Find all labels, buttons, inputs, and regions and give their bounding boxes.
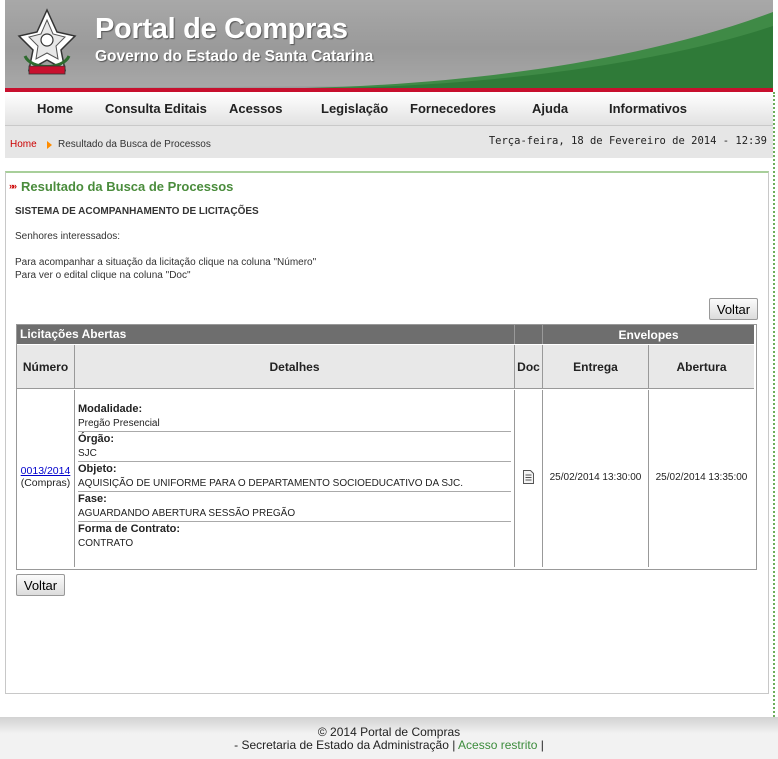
detail-label-modalidade: Modalidade: (78, 403, 143, 415)
nav-ajuda[interactable]: Ajuda (532, 101, 568, 116)
site-footer: © 2014 Portal de Compras - Secretaria de… (0, 717, 778, 759)
nav-informativos[interactable]: Informativos (609, 101, 687, 116)
instruction-doc: Para ver o edital clique na coluna "Doc" (15, 270, 191, 281)
table-row: 0013/2014 (Compras) Modalidade: Pregão P… (17, 390, 754, 567)
footer-separator: | (540, 738, 544, 752)
voltar-button-top[interactable]: Voltar (709, 298, 758, 320)
main-content: »» Resultado da Busca de Processos SISTE… (5, 171, 769, 694)
nav-home[interactable]: Home (37, 101, 73, 116)
current-datetime: Terça-feira, 18 de Fevereiro de 2014 - 1… (488, 135, 767, 147)
site-header: Portal de Compras Governo do Estado de S… (5, 0, 773, 88)
detail-divider (78, 521, 511, 522)
instruction-numero: Para acompanhar a situação da licitação … (15, 257, 317, 268)
detail-label-orgao: Órgão: (78, 433, 115, 445)
detail-divider (78, 491, 511, 492)
col-doc-header: Doc (515, 345, 543, 389)
state-coat-of-arms-logo (17, 8, 77, 75)
processo-orgao-tipo: (Compras) (20, 477, 71, 489)
double-chevron-icon: »» (9, 181, 17, 191)
detalhes-cell: Modalidade: Pregão Presencial Órgão: SJC… (75, 390, 515, 567)
doc-cell (515, 390, 543, 567)
detail-value-fase: AGUARDANDO ABERTURA SESSÃO PREGÃO (78, 508, 296, 519)
col-abertura-header: Abertura (649, 345, 754, 389)
detail-divider (78, 431, 511, 432)
detail-value-modalidade: Pregão Presencial (78, 418, 160, 429)
right-dotted-border (773, 92, 775, 717)
footer-copyright: © 2014 Portal de Compras (317, 725, 461, 739)
col-entrega-header: Entrega (543, 345, 649, 389)
greeting-text: Senhores interessados: (15, 231, 121, 242)
breadcrumb-bar: Home Resultado da Busca de Processos Ter… (5, 126, 773, 158)
main-navigation: Home Consulta Editais Acessos Legislação… (5, 92, 773, 126)
detail-label-objeto: Objeto: (78, 463, 117, 475)
processo-numero-link[interactable]: 0013/2014 (21, 465, 71, 477)
nav-acessos[interactable]: Acessos (229, 101, 282, 116)
system-name: SISTEMA DE ACOMPANHAMENTO DE LICITAÇÕES (15, 206, 259, 217)
envelopes-group-header: Envelopes (543, 325, 754, 344)
col-numero-header: Número (17, 345, 75, 389)
licitacoes-table: Licitações Abertas Envelopes Número Deta… (16, 324, 757, 570)
acesso-restrito-link[interactable]: Acesso restrito (458, 738, 537, 752)
numero-cell: 0013/2014 (Compras) (17, 390, 75, 567)
detail-divider (78, 461, 511, 462)
breadcrumb-arrow-icon (47, 141, 52, 149)
doc-header-spacer (515, 325, 543, 344)
detail-value-orgao: SJC (78, 448, 97, 459)
entrega-cell: 25/02/2014 13:30:00 (543, 390, 649, 567)
detail-value-forma-contrato: CONTRATO (78, 538, 134, 549)
detail-label-fase: Fase: (78, 493, 107, 505)
site-title: Portal de Compras (95, 13, 348, 45)
detail-label-forma-contrato: Forma de Contrato: (78, 523, 181, 535)
document-icon[interactable] (523, 470, 534, 484)
table-title-header: Licitações Abertas (17, 325, 515, 344)
page-title: Resultado da Busca de Processos (21, 179, 234, 194)
nav-consulta-editais[interactable]: Consulta Editais (105, 101, 207, 116)
detail-value-objeto: AQUISIÇÃO DE UNIFORME PARA O DEPARTAMENT… (78, 478, 464, 489)
abertura-cell: 25/02/2014 13:35:00 (655, 472, 748, 483)
site-subtitle: Governo do Estado de Santa Catarina (95, 48, 374, 65)
nav-fornecedores[interactable]: Fornecedores (410, 101, 496, 116)
col-detalhes-header: Detalhes (75, 345, 515, 389)
nav-legislacao[interactable]: Legislação (321, 101, 388, 116)
breadcrumb-current: Resultado da Busca de Processos (58, 139, 211, 150)
footer-secretaria: - Secretaria de Estado da Administração … (234, 738, 456, 752)
breadcrumb-home-link[interactable]: Home (10, 139, 37, 150)
footer-links: - Secretaria de Estado da Administração … (0, 738, 778, 752)
voltar-button-bottom[interactable]: Voltar (16, 574, 65, 596)
